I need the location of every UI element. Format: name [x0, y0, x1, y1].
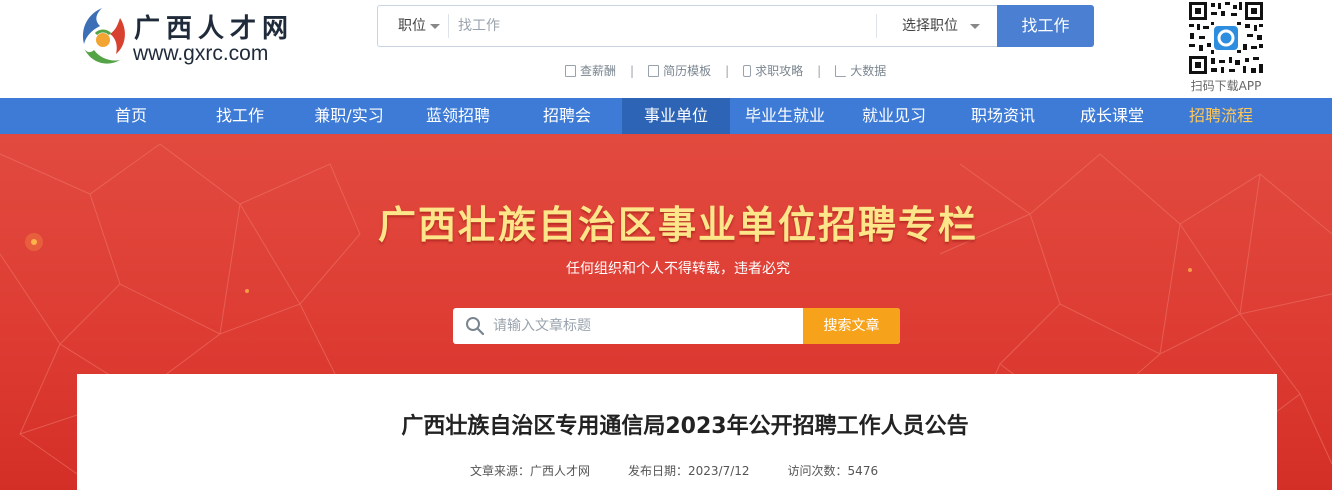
document-icon	[565, 65, 576, 77]
job-search-bar: 职位 选择职位 找工作	[377, 5, 1094, 47]
logo-mark-icon	[82, 8, 125, 64]
site-logo[interactable]: 广西人才网 www.gxrc.com	[76, 4, 306, 74]
nav-item-job-fair[interactable]: 招聘会	[513, 98, 621, 134]
position-select-label: 选择职位	[902, 18, 958, 34]
main-nav: 首页 找工作 兼职/实习 蓝领招聘 招聘会 事业单位 毕业生就业 就业见习 职场…	[0, 98, 1332, 134]
banner-subtitle: 任何组织和个人不得转载，违者必究	[566, 261, 790, 277]
article-views: 访问次数：5476	[787, 464, 879, 478]
nav-item-find-job[interactable]: 找工作	[186, 98, 294, 134]
nav-item-internship[interactable]: 就业见习	[840, 98, 948, 134]
nav-item-courses[interactable]: 成长课堂	[1058, 98, 1166, 134]
article-meta: 文章来源：广西人才网 发布日期：2023/7/12 访问次数：5476	[470, 462, 916, 479]
search-article-button[interactable]: 搜索文章	[803, 308, 900, 344]
site-header: 广西人才网 www.gxrc.com 职位 选择职位 找工作 查薪酬 | 简历模板 |…	[0, 0, 1332, 98]
quick-links: 查薪酬 | 简历模板 | 求职攻略 | 大数据	[565, 62, 892, 80]
find-job-button[interactable]: 找工作	[997, 5, 1094, 47]
search-category-label: 职位	[398, 18, 426, 34]
divider: |	[630, 64, 635, 78]
article-title: 广西壮族自治区专用通信局2023年公开招聘工作人员公告	[401, 414, 969, 439]
article-date: 发布日期：2023/7/12	[628, 464, 750, 478]
quicklink-salary[interactable]: 查薪酬	[565, 62, 616, 79]
job-search-input[interactable]	[458, 6, 868, 46]
quicklink-label: 大数据	[850, 64, 887, 78]
quicklink-label: 查薪酬	[580, 64, 617, 78]
nav-item-part-time[interactable]: 兼职/实习	[295, 98, 403, 134]
chart-icon	[835, 65, 847, 77]
divider: |	[817, 64, 822, 78]
qr-code-icon	[1187, 0, 1265, 76]
quicklink-job-tips[interactable]: 求职攻略	[743, 62, 803, 79]
chevron-down-icon	[430, 23, 440, 29]
article-source: 文章来源：广西人才网	[470, 464, 591, 478]
qr-download-label: 扫码下载APP	[1190, 79, 1262, 93]
search-category-dropdown[interactable]: 职位	[378, 6, 448, 46]
divider: |	[725, 64, 730, 78]
logo-domain: www.gxrc.com	[133, 42, 269, 65]
quicklink-big-data[interactable]: 大数据	[835, 62, 886, 79]
logo-chinese-name: 广西人才网	[134, 14, 295, 44]
phone-icon	[743, 65, 752, 77]
nav-item-blue-collar[interactable]: 蓝领招聘	[404, 98, 512, 134]
search-icon	[466, 317, 485, 336]
divider	[448, 14, 449, 38]
banner-title: 广西壮族自治区事业单位招聘专栏	[377, 203, 978, 247]
nav-item-home[interactable]: 首页	[77, 98, 185, 134]
quicklink-label: 求职攻略	[755, 64, 804, 78]
article-search-box: 搜索文章	[453, 308, 900, 344]
chevron-down-icon	[970, 23, 980, 29]
nav-item-graduate[interactable]: 毕业生就业	[731, 98, 839, 134]
nav-item-career-news[interactable]: 职场资讯	[949, 98, 1057, 134]
quicklink-resume-template[interactable]: 简历模板	[648, 62, 711, 79]
quicklink-label: 简历模板	[663, 64, 712, 78]
nav-item-recruit-process[interactable]: 招聘流程	[1167, 98, 1275, 134]
divider	[876, 14, 877, 38]
article-search-input[interactable]	[493, 308, 793, 344]
resume-icon	[648, 65, 660, 77]
position-select-dropdown[interactable]: 选择职位	[878, 6, 996, 46]
nav-item-public-institution[interactable]: 事业单位	[622, 98, 730, 134]
article-card: 广西壮族自治区专用通信局2023年公开招聘工作人员公告 文章来源：广西人才网 发布…	[77, 374, 1277, 490]
